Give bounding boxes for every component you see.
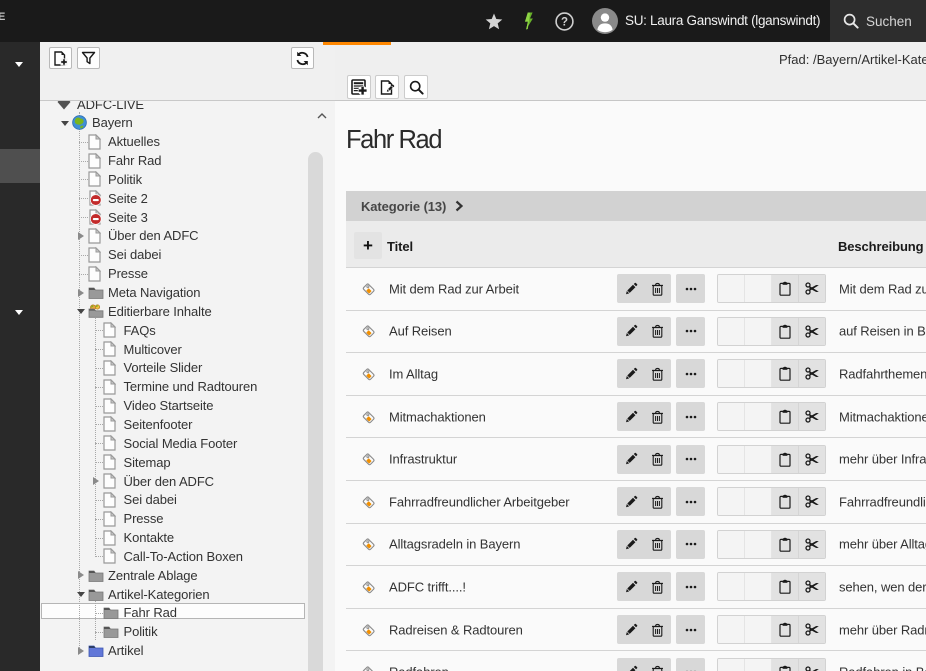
svg-text:?: ?	[561, 17, 568, 29]
